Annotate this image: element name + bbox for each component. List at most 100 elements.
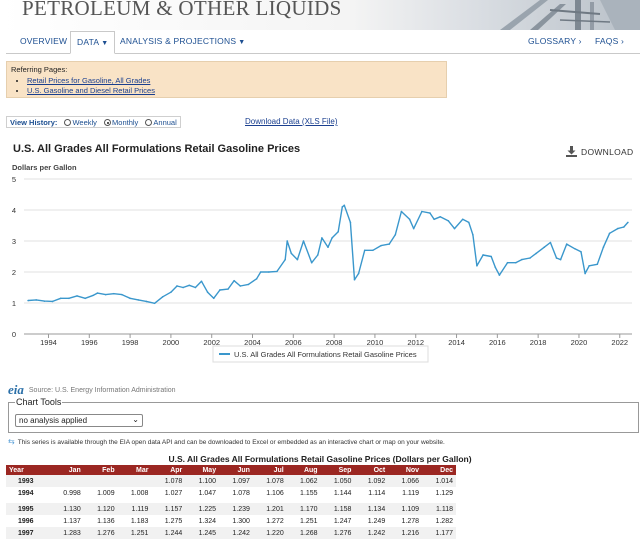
table-cell: 1.239 [219, 503, 253, 515]
data-point [284, 258, 286, 261]
data-point [439, 216, 442, 218]
list-item: Retail Prices for Gasoline, All Grades [27, 76, 442, 85]
nav-data[interactable]: DATA ▼ [70, 31, 116, 54]
data-point [412, 227, 415, 230]
table-cell: 1.244 [151, 527, 186, 539]
referring-pages-heading: Referring Pages: [11, 65, 68, 74]
table-cell [49, 475, 84, 487]
data-point [565, 243, 568, 245]
radio-monthly-label[interactable]: Monthly [112, 118, 138, 127]
x-tick-label: 1998 [122, 338, 139, 347]
data-point [337, 230, 340, 233]
data-point [176, 285, 178, 287]
view-history-control: View History: Weekly Monthly Annual [6, 116, 181, 128]
data-point [268, 271, 270, 273]
radio-annual[interactable] [145, 119, 153, 126]
data-point [549, 241, 552, 244]
radio-monthly[interactable] [104, 119, 112, 126]
table-cell: 1.120 [83, 503, 118, 515]
x-tick-label: 2016 [489, 338, 506, 347]
data-point [276, 270, 278, 273]
table-cell: 1.144 [333, 489, 352, 497]
nav-overview[interactable]: OVERVIEW [20, 36, 67, 46]
referring-link-gasoline-diesel[interactable]: U.S. Gasoline and Diesel Retail Prices [27, 86, 155, 95]
data-point [357, 272, 360, 275]
table-cell: 1.251 [117, 527, 152, 539]
table-cell: 1.324 [198, 517, 217, 525]
table-cell: 1.282 [435, 517, 453, 525]
radio-weekly-label[interactable]: Weekly [72, 118, 96, 127]
table-cell: 1.092 [354, 475, 389, 487]
refinery-image [500, 0, 640, 30]
data-point [421, 210, 423, 213]
data-point [327, 246, 329, 248]
table-row: 1996 1.137 1.136 1.183 1.275 1.324 1.300 1.272 1… [6, 515, 456, 527]
data-point [68, 297, 70, 300]
table-cell: 1.008 [130, 489, 149, 497]
data-point [233, 279, 235, 282]
data-point [608, 232, 611, 235]
table-header-cell: Jun [219, 465, 253, 475]
y-tick-label: 4 [12, 206, 16, 215]
table-header-cell: Jul [252, 465, 287, 475]
data-point [206, 291, 209, 293]
chart-download-label: DOWNLOAD [581, 147, 634, 157]
y-tick-label: 1 [12, 299, 16, 308]
table-cell: 1.027 [164, 489, 183, 497]
nav-analysis[interactable]: ANALYSIS & PROJECTIONS ▼ [120, 36, 245, 46]
data-point [521, 258, 523, 261]
data-point [341, 206, 344, 208]
data-point [529, 257, 531, 259]
data-point [596, 263, 599, 266]
table-cell: 1.278 [401, 517, 420, 525]
data-point [188, 284, 191, 287]
y-axis-label: Dollars per Gallon [12, 163, 77, 172]
chart-tools-label: Chart Tools [15, 397, 63, 407]
data-point [161, 296, 164, 298]
x-tick-label: 2018 [530, 338, 547, 347]
table-header-row: Year Jan Feb Mar Apr May Jun Jul Aug Sep Oct Nov Dec [6, 465, 456, 475]
view-history-label: View History: [10, 118, 58, 127]
chart-download-button[interactable]: DOWNLOAD [566, 146, 633, 157]
table-cell: 1.247 [333, 517, 352, 525]
table-cell: 1.157 [151, 503, 186, 515]
data-point [394, 234, 397, 236]
data-point [543, 246, 546, 248]
table-cell: 1.119 [117, 503, 152, 515]
data-point [286, 240, 288, 242]
table-cell: 1.220 [252, 527, 287, 539]
data-point [514, 261, 517, 264]
referring-link-retail-prices[interactable]: Retail Prices for Gasoline, All Grades [27, 76, 150, 85]
y-tick-label: 3 [12, 237, 16, 246]
nav-glossary[interactable]: GLOSSARY › [528, 36, 582, 46]
analysis-select[interactable]: no analysis applied ⌄ [15, 414, 143, 427]
table-cell: 1.216 [388, 527, 423, 539]
table-header-cell: Apr [151, 465, 186, 475]
list-item: U.S. Gasoline and Diesel Retail Prices [27, 86, 442, 95]
table-cell: 1.014 [422, 475, 456, 487]
data-point [602, 246, 605, 248]
data-point [588, 265, 590, 267]
data-point [219, 289, 221, 291]
data-point [494, 266, 497, 269]
data-point [296, 258, 299, 261]
data-point [627, 221, 629, 224]
data-point [408, 218, 411, 221]
data-point [59, 297, 62, 300]
table-cell: 1.009 [97, 489, 115, 497]
data-point [363, 249, 366, 252]
data-point [447, 220, 450, 222]
source-line: eia Source: U.S. Energy Information Admin… [8, 382, 176, 398]
radio-weekly[interactable] [64, 119, 72, 126]
nav-faqs[interactable]: FAQS › [595, 36, 624, 46]
data-point [388, 243, 391, 245]
table-cell: 1.155 [300, 489, 318, 497]
radio-annual-label[interactable]: Annual [153, 118, 176, 127]
download-data-link[interactable]: Download Data (XLS File) [245, 117, 337, 126]
data-point [574, 247, 576, 250]
data-point [121, 293, 123, 296]
referring-pages-box: Referring Pages: Retail Prices for Gasol… [6, 61, 447, 98]
x-tick-label: 2000 [163, 338, 180, 347]
table-cell: 1.137 [63, 517, 81, 525]
table-header-cell: Jan [49, 465, 84, 475]
